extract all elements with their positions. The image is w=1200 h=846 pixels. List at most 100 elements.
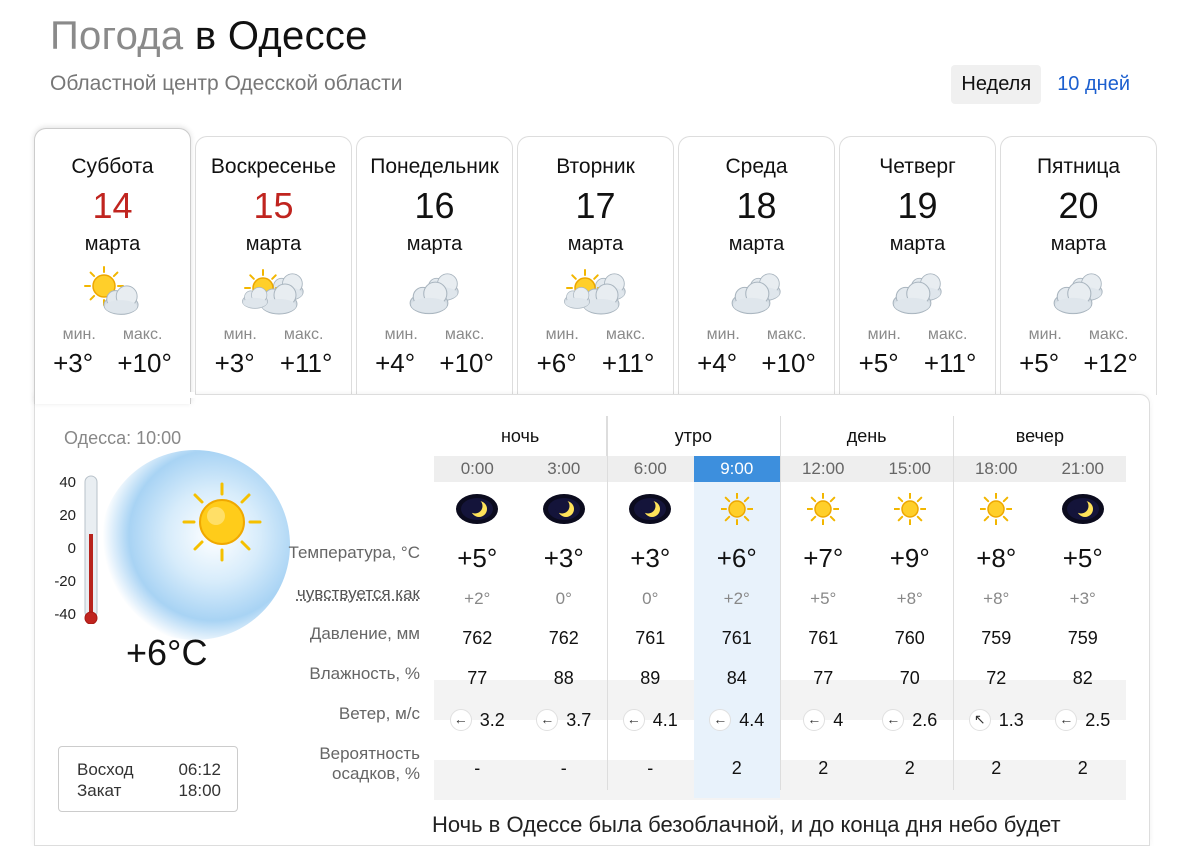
day-name: Суббота xyxy=(35,155,190,179)
wind-direction-icon: ↖ xyxy=(969,709,991,731)
scale-tick: -20 xyxy=(46,573,76,590)
hour-feels-like: +8° xyxy=(953,580,1040,618)
min-label: мин. xyxy=(707,326,740,344)
hour-wind: ← 3.7 xyxy=(521,698,608,738)
min-label: мин. xyxy=(63,326,96,344)
wind-speed: 3.2 xyxy=(480,700,505,740)
hour-pressure: 761 xyxy=(607,618,694,658)
hour-column[interactable]: +5° +3° 759 82 ← 2.5 2 xyxy=(1040,482,1127,798)
min-label: мин. xyxy=(224,326,257,344)
time-slot[interactable]: 6:00 xyxy=(607,456,694,482)
day-name: Понедельник xyxy=(357,155,512,179)
time-slot[interactable]: 12:00 xyxy=(780,456,867,482)
hour-column[interactable]: +6° +2° 761 84 ← 4.4 2 xyxy=(694,482,781,798)
wind-direction-icon: ← xyxy=(1055,709,1077,731)
day-month: марта xyxy=(1001,233,1156,256)
min-label: мин. xyxy=(385,326,418,344)
cloudy-icon xyxy=(679,264,834,318)
hour-pressure: 761 xyxy=(694,618,781,658)
hour-column[interactable]: +3° 0° 762 88 ← 3.7 - xyxy=(521,482,608,798)
moon-icon xyxy=(521,482,608,536)
max-label: макс. xyxy=(123,326,163,344)
title-city: в Одессе xyxy=(195,14,368,58)
hour-pressure: 762 xyxy=(434,618,521,658)
hour-temperature: +9° xyxy=(867,536,954,580)
day-tab-16[interactable]: Понедельник 16 марта мин. макс. +4° +10° xyxy=(356,136,513,395)
sun-cloud-icon xyxy=(35,264,190,318)
row-label-temperature: Температура, °C xyxy=(120,543,420,563)
hour-humidity: 77 xyxy=(434,658,521,698)
hour-feels-like: +5° xyxy=(780,580,867,618)
time-slot[interactable]: 0:00 xyxy=(434,456,521,482)
view-10-days-link[interactable]: 10 дней xyxy=(1047,65,1140,104)
hour-wind: ← 2.5 xyxy=(1040,698,1127,738)
max-label: макс. xyxy=(767,326,807,344)
day-name: Четверг xyxy=(840,155,995,179)
hour-pressure: 759 xyxy=(1040,618,1127,658)
max-temp: +11° xyxy=(280,348,333,379)
wind-direction-icon: ← xyxy=(803,709,825,731)
hour-precipitation: 2 xyxy=(867,738,954,798)
day-tab-14[interactable]: Суббота 14 марта мин. макс. +3° +10° xyxy=(34,128,191,404)
wind-speed: 4.1 xyxy=(653,700,678,740)
max-temp: +11° xyxy=(924,348,977,379)
hour-humidity: 82 xyxy=(1040,658,1127,698)
page-subtitle: Областной центр Одесской области xyxy=(50,72,403,96)
day-name: Среда xyxy=(679,155,834,179)
sun-icon xyxy=(780,482,867,536)
day-tab-18[interactable]: Среда 18 марта мин. макс. +4° +10° xyxy=(678,136,835,395)
hour-column[interactable]: +3° 0° 761 89 ← 4.1 - xyxy=(607,482,694,798)
max-temp: +10° xyxy=(761,348,816,379)
hour-column[interactable]: +7° +5° 761 77 ← 4 2 xyxy=(780,482,867,798)
hour-feels-like: +2° xyxy=(694,580,781,618)
view-toggle: Неделя 10 дней xyxy=(951,65,1140,104)
time-slot[interactable]: 15:00 xyxy=(867,456,954,482)
row-label-feels-like[interactable]: чувствуется как xyxy=(120,584,420,604)
sunset-label: Закат xyxy=(77,780,121,801)
cloudy-icon xyxy=(840,264,995,318)
max-temp: +12° xyxy=(1083,348,1138,379)
max-temp: +11° xyxy=(602,348,655,379)
hour-column[interactable]: +8° +8° 759 72 ↖ 1.3 2 xyxy=(953,482,1040,798)
wind-speed: 2.6 xyxy=(912,700,937,740)
min-temp: +4° xyxy=(375,348,415,379)
hour-temperature: +5° xyxy=(1040,536,1127,580)
day-tab-19[interactable]: Четверг 19 марта мин. макс. +5° +11° xyxy=(839,136,996,395)
max-label: макс. xyxy=(606,326,646,344)
scale-tick: 0 xyxy=(46,540,76,557)
page-title: Погода в Одессе xyxy=(50,14,368,59)
day-tab-17[interactable]: Вторник 17 марта мин. макс. +6° +11° xyxy=(517,136,674,395)
day-number: 17 xyxy=(518,185,673,227)
hour-precipitation: 2 xyxy=(694,738,781,798)
max-label: макс. xyxy=(284,326,324,344)
sun-clouds-icon xyxy=(518,264,673,318)
hour-column[interactable]: +5° +2° 762 77 ← 3.2 - xyxy=(434,482,521,798)
day-month: марта xyxy=(840,233,995,256)
time-slot[interactable]: 21:00 xyxy=(1040,456,1127,482)
day-name: Пятница xyxy=(1001,155,1156,179)
time-slot[interactable]: 18:00 xyxy=(953,456,1040,482)
hour-humidity: 72 xyxy=(953,658,1040,698)
day-number: 19 xyxy=(840,185,995,227)
current-location-time: Одесса: 10:00 xyxy=(64,428,181,449)
time-slot[interactable]: 3:00 xyxy=(521,456,608,482)
day-tab-20[interactable]: Пятница 20 марта мин. макс. +5° +12° xyxy=(1000,136,1157,395)
day-tab-15[interactable]: Воскресенье 15 марта мин. макс. +3° +11° xyxy=(195,136,352,395)
view-week-button[interactable]: Неделя xyxy=(951,65,1041,104)
hour-column[interactable]: +9° +8° 760 70 ← 2.6 2 xyxy=(867,482,954,798)
hour-pressure: 760 xyxy=(867,618,954,658)
scale-tick: 20 xyxy=(46,507,76,524)
hour-wind: ↖ 1.3 xyxy=(953,698,1040,738)
day-name: Воскресенье xyxy=(196,155,351,179)
row-label-humidity: Влажность, % xyxy=(120,664,420,684)
sun-icon xyxy=(694,482,781,536)
hour-humidity: 70 xyxy=(867,658,954,698)
day-number: 20 xyxy=(1001,185,1156,227)
moon-icon xyxy=(1040,482,1127,536)
time-slot[interactable]: 9:00 xyxy=(694,456,781,482)
hour-wind: ← 3.2 xyxy=(434,698,521,738)
period-evening: вечер xyxy=(953,416,1126,456)
day-month: марта xyxy=(196,233,351,256)
min-temp: +5° xyxy=(859,348,899,379)
hour-precipitation: - xyxy=(607,738,694,798)
